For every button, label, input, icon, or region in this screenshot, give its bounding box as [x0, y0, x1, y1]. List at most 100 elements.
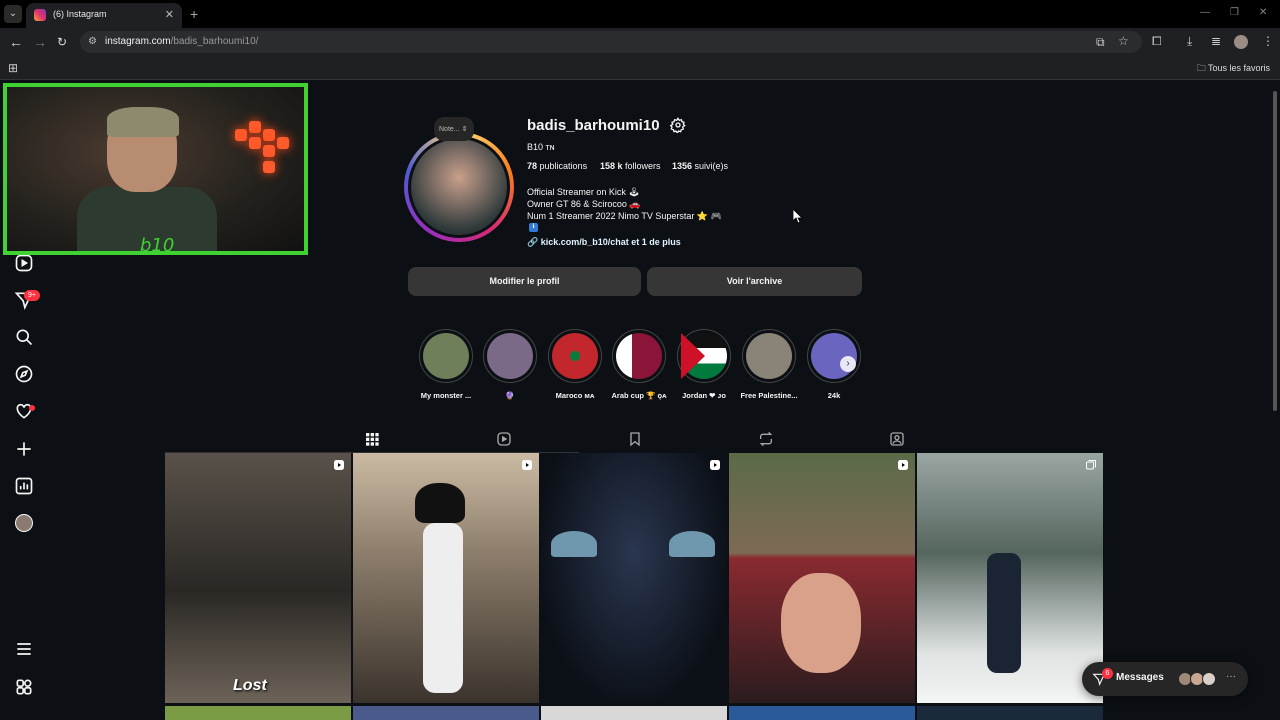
- post-tile[interactable]: [165, 706, 351, 720]
- saved-tab-icon[interactable]: [627, 431, 643, 447]
- story-highlight[interactable]: Arab cup 🏆 ǫᴀ: [610, 329, 668, 400]
- reload-button[interactable]: ↻: [57, 34, 67, 50]
- following-count-value: 1356: [672, 161, 693, 171]
- downloads-icon[interactable]: ⤓: [1187, 34, 1192, 49]
- browser-toolbar: ← → ↻ ⚙ instagram.com/badis_barhoumi10/ …: [0, 28, 1280, 56]
- dashboard-chart-icon[interactable]: [14, 476, 34, 496]
- forward-button[interactable]: →: [33, 34, 47, 50]
- profile-avatar-ring[interactable]: [404, 132, 514, 242]
- tab-search-button[interactable]: ⌄: [4, 5, 22, 23]
- post-tile[interactable]: [541, 453, 727, 703]
- post-cap-right: [669, 531, 715, 557]
- highlight-cover: [423, 333, 469, 379]
- jordan-flag-cover: [681, 333, 727, 379]
- link-icon: 🔗: [527, 237, 539, 247]
- posts-grid-tab-icon[interactable]: [364, 431, 380, 447]
- browser-tab-instagram[interactable]: (6) Instagram ✕: [26, 3, 182, 28]
- highlight-ring: [742, 329, 796, 383]
- profile-avatar-icon[interactable]: [1234, 35, 1248, 49]
- settings-gear-icon[interactable]: [670, 117, 686, 133]
- close-tab-icon[interactable]: ✕: [165, 8, 174, 21]
- note-bubble[interactable]: Note... ⇕: [434, 117, 474, 141]
- highlights-next-arrow-icon[interactable]: ›: [840, 356, 856, 372]
- streamer-webcam-overlay: b10: [3, 83, 308, 255]
- back-button[interactable]: ←: [9, 34, 23, 50]
- bio-link[interactable]: 🔗 kick.com/b_b10/chat et 1 de plus: [527, 237, 681, 248]
- mouse-cursor-icon: [793, 209, 803, 223]
- posts-count[interactable]: 78 publications: [527, 161, 587, 171]
- new-tab-button[interactable]: +: [190, 6, 198, 22]
- more-menu-icon[interactable]: [14, 639, 34, 659]
- browser-tabstrip: ⌄ (6) Instagram ✕ + — ❐ ✕: [0, 0, 1280, 28]
- qatar-flag-cover: [616, 333, 662, 379]
- post-tile[interactable]: Lost: [165, 453, 351, 703]
- highlight-ring: [677, 329, 731, 383]
- messages-drawer-button[interactable]: 6 Messages ···: [1082, 662, 1248, 696]
- followers-count-value: 158 k: [600, 161, 623, 171]
- minimize-window-button[interactable]: —: [1200, 7, 1210, 18]
- page-scrollbar[interactable]: [1270, 81, 1280, 720]
- notifications-badge: 9+: [24, 290, 40, 301]
- highlight-ring: [419, 329, 473, 383]
- view-archive-button[interactable]: Voir l'archive: [647, 267, 862, 296]
- post-tile[interactable]: [353, 453, 539, 703]
- post-tile[interactable]: [917, 453, 1103, 703]
- profile-nav-avatar[interactable]: [15, 514, 33, 532]
- story-highlight[interactable]: Free Palestine...: [740, 329, 798, 400]
- address-bar[interactable]: ⚙ instagram.com/badis_barhoumi10/ ⧉ ☆: [80, 31, 1142, 53]
- story-highlight[interactable]: 🔮: [481, 329, 539, 400]
- note-text: Note...: [439, 126, 460, 133]
- post-tile[interactable]: [541, 706, 727, 720]
- story-highlight[interactable]: My monster ...: [417, 329, 475, 400]
- close-window-button[interactable]: ✕: [1259, 7, 1267, 18]
- highlight-label: Maroco ᴍᴀ: [555, 391, 595, 400]
- post-woman-face: [781, 573, 861, 673]
- apps-grid-icon[interactable]: ⊞: [8, 61, 18, 75]
- carousel-indicator-icon: [1086, 460, 1096, 470]
- highlight-ring: [548, 329, 602, 383]
- site-info-icon[interactable]: ⚙: [88, 36, 97, 47]
- all-bookmarks-folder[interactable]: 🗀 Tous les favoris: [1197, 61, 1270, 77]
- instagram-page: 9+ b10 Note... ⇕ badis_barhoumi10 B10 ᴛɴ…: [0, 81, 1270, 720]
- edit-profile-button[interactable]: Modifier le profil: [408, 267, 641, 296]
- folder-icon: 🗀: [1196, 63, 1206, 73]
- reposts-tab-icon[interactable]: [758, 431, 774, 447]
- post-tile[interactable]: [917, 706, 1103, 720]
- morocco-flag-cover: [552, 333, 598, 379]
- url-host: instagram.com: [105, 36, 171, 47]
- profile-full-name: B10 ᴛɴ: [527, 142, 555, 152]
- bio-line: Owner GT 86 & Scirocoo 🚗: [527, 199, 641, 209]
- search-icon[interactable]: [14, 327, 34, 347]
- browser-menu-icon[interactable]: ⋮: [1262, 34, 1274, 48]
- scrollbar-thumb[interactable]: [1273, 91, 1277, 411]
- bio-link-text: kick.com/b_b10/chat et 1 de plus: [540, 237, 681, 247]
- tagged-tab-icon[interactable]: [889, 431, 905, 447]
- post-tile[interactable]: [353, 706, 539, 720]
- post-tile[interactable]: [729, 706, 915, 720]
- note-arrows-icon: ⇕: [461, 126, 468, 133]
- explore-compass-icon[interactable]: [14, 364, 34, 384]
- reels-icon[interactable]: [14, 253, 34, 273]
- media-controls-icon[interactable]: ≣: [1211, 34, 1221, 48]
- story-highlight[interactable]: Maroco ᴍᴀ: [546, 329, 604, 400]
- highlight-label: My monster ...: [420, 391, 472, 400]
- message-avatar: [1202, 672, 1216, 686]
- bookmarks-bar: ⊞ 🗀 Tous les favoris: [0, 56, 1280, 80]
- story-highlight[interactable]: Jordan ❤ ᴊᴏ: [675, 329, 733, 400]
- create-plus-icon[interactable]: [14, 439, 34, 459]
- following-count[interactable]: 1356 suivi(e)s: [672, 161, 728, 171]
- highlight-label: Jordan ❤ ᴊᴏ: [682, 391, 726, 400]
- post-tile[interactable]: [729, 453, 915, 703]
- followers-count[interactable]: 158 k followers: [600, 161, 661, 171]
- reels-tab-icon[interactable]: [496, 431, 512, 447]
- also-from-meta-icon[interactable]: [14, 677, 34, 697]
- bookmark-star-icon[interactable]: ☆: [1118, 34, 1129, 48]
- extensions-icon[interactable]: ⧠: [1152, 34, 1162, 49]
- notifications-heart-icon[interactable]: [14, 401, 34, 421]
- install-app-icon[interactable]: ⧉: [1096, 35, 1105, 50]
- reel-indicator-icon: [522, 460, 532, 470]
- url-path: /badis_barhoumi10/: [170, 36, 259, 47]
- posts-count-label: publications: [539, 161, 588, 171]
- restore-window-button[interactable]: ❐: [1230, 7, 1239, 18]
- bio-line: Official Streamer on Kick 🕹: [527, 187, 640, 197]
